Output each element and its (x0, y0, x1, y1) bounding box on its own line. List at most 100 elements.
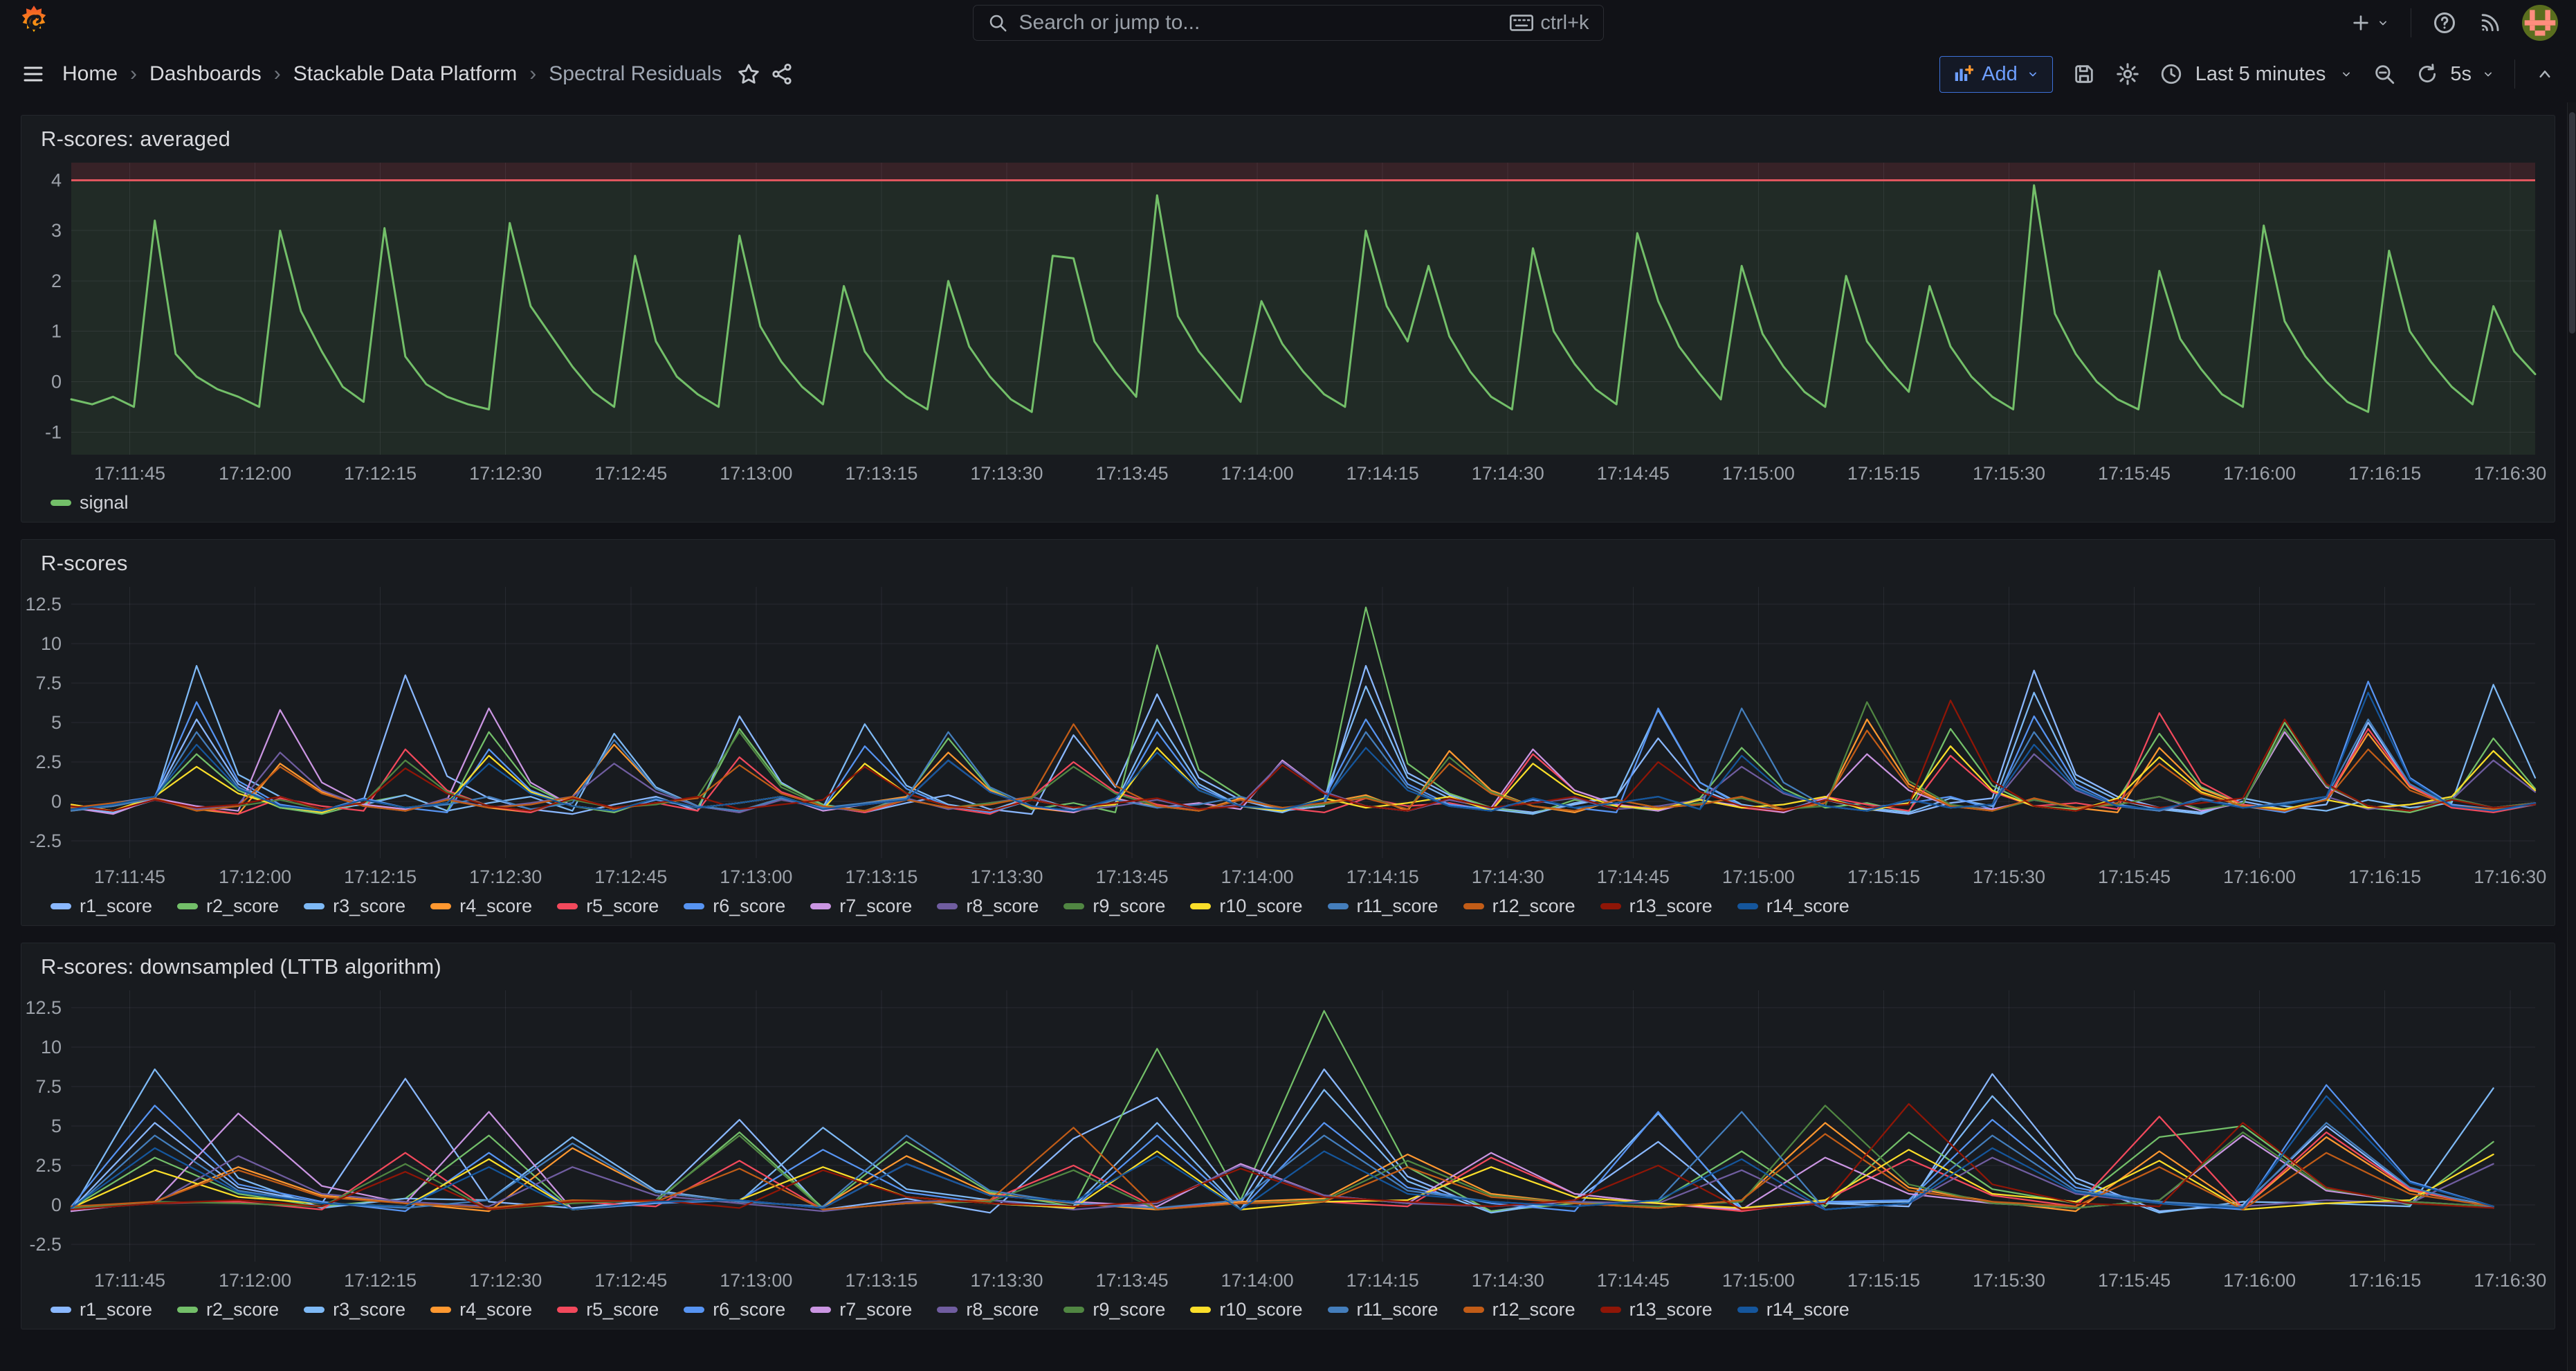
save-dashboard-button[interactable] (2072, 62, 2096, 86)
legend-swatch (1463, 903, 1484, 909)
svg-text:5: 5 (51, 712, 62, 733)
zoom-out-button[interactable] (2373, 62, 2396, 86)
legend-swatch (304, 903, 325, 909)
legend-item[interactable]: r7_score (810, 1299, 912, 1320)
avatar[interactable] (2522, 5, 2558, 41)
legend-item[interactable]: r12_score (1463, 1299, 1575, 1320)
legend-label: r2_score (206, 896, 279, 917)
legend-item[interactable]: r4_score (430, 896, 532, 917)
legend-label: r12_score (1492, 896, 1575, 917)
refresh-button[interactable]: 5s (2415, 62, 2495, 86)
legend-label: signal (80, 492, 129, 514)
timeseries-chart[interactable]: 12.5107.552.50-2.517:11:4517:12:0017:12:… (21, 579, 2555, 891)
legend-item[interactable]: r9_score (1063, 896, 1165, 917)
legend-item[interactable]: r7_score (810, 896, 912, 917)
legend-item[interactable]: r5_score (557, 896, 659, 917)
time-range-label: Last 5 minutes (2195, 63, 2326, 86)
legend-item[interactable]: r12_score (1463, 896, 1575, 917)
breadcrumb-item[interactable]: Home (62, 62, 118, 86)
svg-text:17:11:45: 17:11:45 (94, 866, 165, 887)
svg-text:17:14:45: 17:14:45 (1597, 1270, 1670, 1291)
legend-swatch (810, 1307, 831, 1313)
svg-text:17:12:45: 17:12:45 (594, 463, 667, 484)
legend-item[interactable]: r9_score (1063, 1299, 1165, 1320)
search-bar[interactable]: ctrl+k (973, 5, 1604, 41)
favorite-button[interactable] (737, 62, 760, 86)
legend-item[interactable]: r1_score (51, 896, 152, 917)
legend-item[interactable]: r11_score (1328, 1299, 1438, 1320)
search-icon (987, 12, 1008, 33)
legend-item[interactable]: r1_score (51, 1299, 152, 1320)
svg-text:17:13:30: 17:13:30 (970, 1270, 1043, 1291)
legend-swatch (177, 903, 198, 909)
legend-swatch (684, 1307, 704, 1313)
legend-item[interactable]: r2_score (177, 896, 279, 917)
svg-text:17:12:30: 17:12:30 (469, 463, 542, 484)
legend-item[interactable]: r10_score (1190, 1299, 1302, 1320)
legend-item[interactable]: r3_score (304, 1299, 405, 1320)
timeseries-chart[interactable]: 43210-117:11:4517:12:0017:12:1517:12:301… (21, 154, 2555, 488)
panel-title[interactable]: R-scores: averaged (21, 116, 2555, 154)
legend-item[interactable]: r6_score (684, 1299, 785, 1320)
svg-text:17:15:00: 17:15:00 (1722, 463, 1795, 484)
svg-text:17:15:00: 17:15:00 (1722, 1270, 1795, 1291)
panel-title[interactable]: R-scores (21, 540, 2555, 579)
share-button[interactable] (770, 62, 794, 86)
svg-text:17:15:30: 17:15:30 (1973, 1270, 2045, 1291)
chevron-up-icon (2534, 64, 2555, 84)
legend-item[interactable]: r13_score (1600, 1299, 1712, 1320)
scrollbar-thumb[interactable] (2569, 112, 2575, 334)
add-button[interactable]: Add (1939, 56, 2053, 93)
legend-label: r13_score (1629, 896, 1712, 917)
legend-label: r9_score (1093, 896, 1165, 917)
legend-label: r3_score (333, 896, 405, 917)
legend-swatch (51, 500, 71, 506)
svg-text:17:13:00: 17:13:00 (720, 1270, 792, 1291)
legend-item[interactable]: r14_score (1737, 896, 1849, 917)
new-button[interactable] (2350, 12, 2390, 34)
collapse-toolbar-button[interactable] (2534, 64, 2555, 84)
dashboard-settings-button[interactable] (2115, 62, 2140, 87)
legend-item[interactable]: r2_score (177, 1299, 279, 1320)
news-button[interactable] (2478, 11, 2501, 35)
legend-item[interactable]: r8_score (937, 896, 1039, 917)
legend-item[interactable]: signal (51, 492, 129, 514)
legend-item[interactable]: r10_score (1190, 896, 1302, 917)
legend-item[interactable]: r4_score (430, 1299, 532, 1320)
legend-item[interactable]: r14_score (1737, 1299, 1849, 1320)
legend-item[interactable]: r11_score (1328, 896, 1438, 917)
legend-item[interactable]: r8_score (937, 1299, 1039, 1320)
panel-title[interactable]: R-scores: downsampled (LTTB algorithm) (21, 943, 2555, 982)
legend-item[interactable]: r13_score (1600, 896, 1712, 917)
panel-rscores: R-scores 12.5107.552.50-2.517:11:4517:12… (21, 539, 2555, 926)
mega-menu-button[interactable] (21, 62, 46, 87)
refresh-interval-label: 5s (2450, 63, 2472, 86)
add-panel-icon (1953, 64, 1973, 84)
legend-swatch (557, 1307, 578, 1313)
breadcrumb-item[interactable]: Spectral Residuals (549, 62, 722, 86)
plus-icon (2350, 12, 2372, 34)
svg-text:17:16:00: 17:16:00 (2223, 866, 2296, 887)
time-range-picker[interactable]: Last 5 minutes (2159, 62, 2354, 86)
keyboard-icon (1510, 14, 1533, 32)
search-input[interactable] (1019, 11, 1510, 35)
help-button[interactable] (2432, 10, 2457, 35)
legend-item[interactable]: r6_score (684, 896, 785, 917)
grafana-logo[interactable] (18, 5, 50, 41)
svg-text:17:14:45: 17:14:45 (1597, 866, 1670, 887)
page-scrollbar[interactable] (2567, 102, 2576, 1371)
svg-text:17:14:30: 17:14:30 (1472, 1270, 1544, 1291)
legend-item[interactable]: r5_score (557, 1299, 659, 1320)
svg-text:17:15:00: 17:15:00 (1722, 866, 1795, 887)
svg-text:17:12:15: 17:12:15 (344, 866, 417, 887)
legend-swatch (810, 903, 831, 909)
legend-item[interactable]: r3_score (304, 896, 405, 917)
chart-legend: r1_score r2_score r3_score r4_score r5_score… (21, 891, 2555, 925)
breadcrumb-item[interactable]: Dashboards (149, 62, 262, 86)
breadcrumb-item[interactable]: Stackable Data Platform (293, 62, 517, 86)
panel-rscores-downsampled: R-scores: downsampled (LTTB algorithm) 1… (21, 943, 2555, 1329)
breadcrumb-separator: › (274, 62, 281, 86)
timeseries-chart[interactable]: 12.5107.552.50-2.517:11:4517:12:0017:12:… (21, 982, 2555, 1295)
svg-text:17:15:15: 17:15:15 (1847, 1270, 1920, 1291)
legend-label: r5_score (586, 1299, 659, 1320)
